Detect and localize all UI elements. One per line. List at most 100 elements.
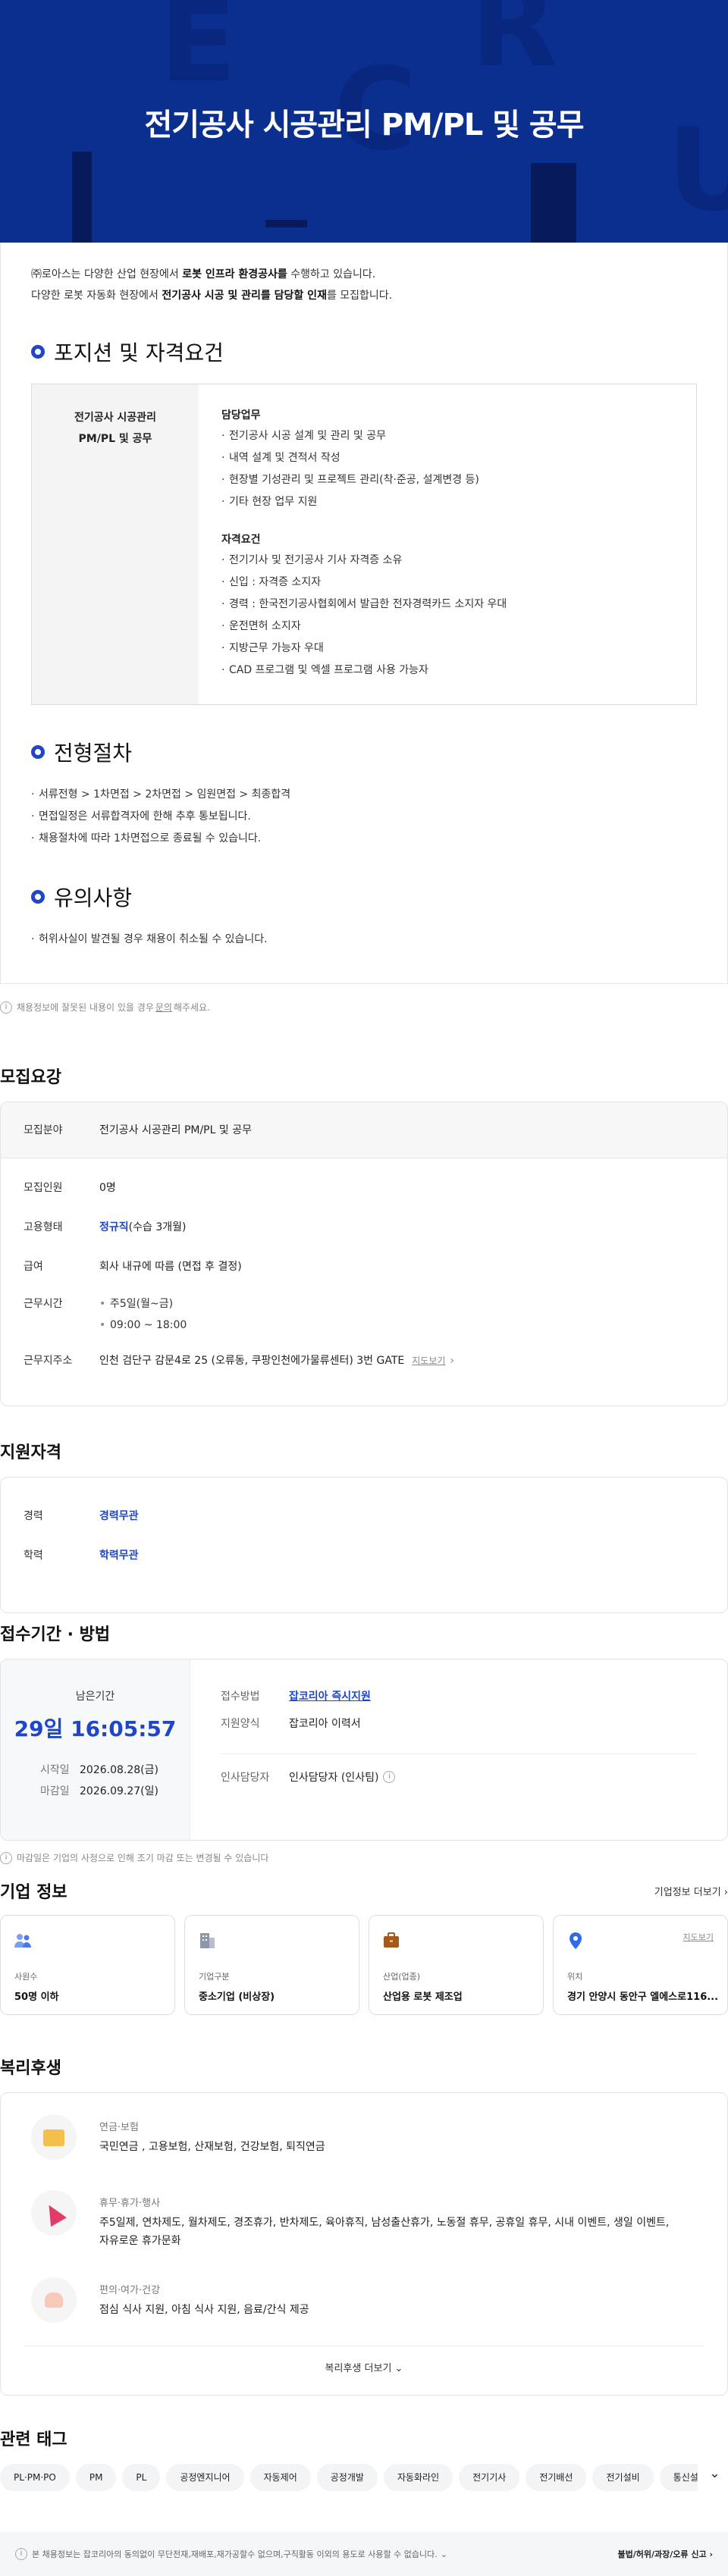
list-item: 09:00 ~ 18:00 [99, 1315, 704, 1336]
qualification-section: 지원자격 경력 경력무관 학력 학력무관 [0, 1439, 728, 1613]
company-header: 기업 정보 기업정보 더보기 › [0, 1879, 728, 1903]
map-link[interactable]: 지도보기 [412, 1355, 445, 1366]
tag[interactable]: 전기기사 [459, 2464, 520, 2491]
chevron-down-icon[interactable]: ⌄ [709, 2465, 720, 2481]
tag-list: PL·PM·PO PM PL 공정엔지니어 자동제어 공정개발 자동화라인 전기… [0, 2464, 698, 2491]
intro-text: ㈜로아스는 다양한 산업 현장에서 로봇 인프라 환경공사를 수행하고 있습니다… [31, 264, 697, 306]
list-item: 경력 : 한국전기공사협회에서 발급한 전자경력카드 소지자 우대 [221, 594, 673, 616]
apply-method-panel: 접수방법 잡코리아 즉시지원 지원양식 잡코리아 이력서 인사담당자 인사담당자… [190, 1659, 727, 1840]
intro-line-2: 다양한 로봇 자동화 현장에서 전기공사 시공 및 관리를 담당할 인재를 모집… [31, 290, 393, 302]
recruit-people-row: 모집인원 0명 [24, 1182, 116, 1194]
tags-title: 관련 태그 [0, 2430, 67, 2449]
building-icon [200, 1933, 215, 1948]
tag[interactable]: PL [122, 2464, 161, 2491]
footer-notice: i 본 채용정보는 잡코리아의 동의없이 무단전재,재배포,재가공할수 없으며,… [15, 2548, 447, 2560]
recruit-pay-row: 급여 회사 내규에 따름 (면접 후 결정) [24, 1261, 242, 1273]
quals-title: 자격요건 [221, 534, 261, 546]
report-link[interactable]: 문의 [155, 1001, 172, 1014]
company-cards: 사원수 50명 이하 기업구분 중소기업 (비상장) 산업(업종) 산업용 로봇… [0, 1915, 728, 2015]
tag[interactable]: 자동제어 [249, 2464, 311, 2491]
map-link[interactable]: 지도보기 [683, 1931, 714, 1943]
company-card-industry: 산업(업종) 산업용 로봇 제조업 [369, 1915, 544, 2015]
info-icon: i [0, 1001, 12, 1014]
process-section-title: 전형절차 [31, 737, 697, 767]
report-button[interactable]: 불법/허위/과장/오류 신고 › [618, 2548, 713, 2560]
bullet-circle-icon [31, 345, 45, 359]
recruit-section: 모집요강 모집분야 전기공사 시공관리 PM/PL 및 공무 모집인원 0명 고… [0, 1064, 728, 1406]
company-section: 기업 정보 기업정보 더보기 › 사원수 50명 이하 기업구분 중소기업 (비… [0, 1879, 728, 2015]
recruit-title: 모집요강 [0, 1068, 61, 1087]
apply-title: 접수기간 · 방법 [0, 1625, 111, 1644]
position-section-title: 포지션 및 자격요건 [31, 337, 697, 367]
hero-bar [265, 220, 307, 227]
party-icon [31, 2190, 77, 2236]
benefits-section: 복리후생 연금·보험 국민연금 , 고용보험, 산재보험, 건강보험, 퇴직연금 … [0, 2054, 728, 2396]
company-card-type: 기업구분 중소기업 (비상장) [184, 1915, 359, 2015]
company-card-employees: 사원수 50명 이하 [0, 1915, 175, 2015]
benefit-item: 연금·보험 국민연금 , 고용보험, 산재보험, 건강보험, 퇴직연금 [1, 2114, 727, 2160]
position-name: 전기공사 시공관리 PM/PL 및 공무 [32, 384, 199, 704]
position-table: 전기공사 시공관리 PM/PL 및 공무 담당업무 전기공사 시공 설계 및 관… [31, 384, 697, 705]
list-item: 주5일(월~금) [99, 1293, 704, 1315]
duties-title: 담당업무 [221, 409, 261, 421]
tag[interactable]: 공정개발 [316, 2464, 378, 2491]
process-list: 서류전형 > 1차면접 > 2차면접 > 임원면접 > 최종합격 면접일정은 서… [31, 784, 697, 850]
list-item: 지방근무 가능자 우대 [221, 638, 673, 660]
manager-row: 인사담당자 인사담당자 (인사팀) i [221, 1769, 697, 1785]
apply-now-link[interactable]: 잡코리아 즉시지원 [289, 1688, 371, 1703]
quals-list: 전기기사 및 전기공사 기사 자격증 소유 신입 : 자격증 소지자 경력 : … [221, 550, 673, 682]
benefit-item: 편의·여가·건강 점심 식사 지원, 아침 식사 지원, 음료/간식 제공 [1, 2277, 727, 2323]
job-posting-page: E R C U 전기공사 시공관리 PM/PL 및 공무 ㈜로아스는 다양한 산… [0, 0, 728, 2576]
benefits-more-button[interactable]: 복리후생 더보기 ⌄ [24, 2346, 704, 2374]
list-item: 내역 설계 및 견적서 작성 [221, 447, 673, 469]
list-item: 운전면허 소지자 [221, 616, 673, 638]
remaining-panel: 남은기간 29일 16:05:57 시작일 2026.08.28(금) 마감일 20… [1, 1659, 190, 1840]
remaining-label: 남은기간 [75, 1691, 115, 1703]
hero-bar [72, 152, 92, 243]
apply-section: 접수기간 · 방법 남은기간 29일 16:05:57 시작일 2026.08.2… [0, 1621, 728, 1864]
briefcase-icon [384, 1932, 399, 1948]
method-row: 접수방법 잡코리아 즉시지원 [221, 1688, 697, 1703]
qualification-title: 지원자격 [0, 1443, 61, 1462]
employment-type: 정규직 [99, 1221, 129, 1233]
recruit-hours-row: 근무시간 주5일(월~금) 09:00 ~ 18:00 [1, 1293, 727, 1336]
list-item: 허위사실이 발견될 경우 채용이 취소될 수 있습니다. [31, 929, 697, 951]
recruit-field-row: 모집분야 전기공사 시공관리 PM/PL 및 공무 [1, 1102, 727, 1158]
tag[interactable]: 전기배선 [526, 2464, 587, 2491]
tag[interactable]: 전기설비 [592, 2464, 654, 2491]
list-item: 서류전형 > 1차면접 > 2차면접 > 임원면접 > 최종합격 [31, 784, 697, 806]
list-item: 전기기사 및 전기공사 기사 자격증 소유 [221, 550, 673, 572]
duties-list: 전기공사 시공 설계 및 관리 및 공무 내역 설계 및 견적서 작성 현장별 … [221, 425, 673, 513]
list-item: 기타 현장 업무 지원 [221, 491, 673, 513]
chevron-right-icon: › [450, 1355, 455, 1367]
recruit-card: 모집분야 전기공사 시공관리 PM/PL 및 공무 모집인원 0명 고용형태 정… [0, 1102, 728, 1406]
tag[interactable]: 공정엔지니어 [166, 2464, 244, 2491]
period-dates: 시작일 2026.08.28(금) 마감일 2026.09.27(일) [40, 1764, 158, 1797]
intro-line-1: ㈜로아스는 다양한 산업 현장에서 로봇 인프라 환경공사를 수행하고 있습니다… [31, 268, 376, 280]
hero-letter: E [159, 0, 237, 108]
list-item: 현장별 기성관리 및 프로젝트 관리(착·준공, 설계변경 등) [221, 469, 673, 491]
benefits-card: 연금·보험 국민연금 , 고용보험, 산재보험, 건강보험, 퇴직연금 휴무·휴가… [0, 2092, 728, 2396]
tag[interactable]: 자동화라인 [383, 2464, 453, 2491]
bullet-circle-icon [31, 745, 45, 759]
company-more-link[interactable]: 기업정보 더보기 › [654, 1884, 728, 1898]
notice-list: 허위사실이 발견될 경우 채용이 취소될 수 있습니다. [31, 929, 697, 951]
tag[interactable]: 통신설비 [659, 2464, 698, 2491]
tag[interactable]: PM [75, 2464, 117, 2491]
list-item: 채용절차에 따라 1차면접으로 종료될 수 있습니다. [31, 828, 697, 850]
info-icon: i [15, 2548, 27, 2560]
info-icon[interactable]: i [383, 1771, 396, 1783]
hero-bar [531, 163, 576, 243]
chevron-down-icon[interactable]: ⌄ [441, 2549, 447, 2559]
footer-bar: i 본 채용정보는 잡코리아의 동의없이 무단전재,재배포,재가공할수 없으며,… [0, 2532, 728, 2576]
pension-icon [31, 2114, 77, 2160]
recruit-type-row: 고용형태 정규직(수습 3개월) [24, 1221, 187, 1233]
report-note: i 채용정보에 잘못된 내용이 있을 경우 문의 해주세요. [0, 984, 728, 1014]
tags-section: 관련 태그 PL·PM·PO PM PL 공정엔지니어 자동제어 공정개발 자동… [0, 2426, 728, 2491]
tag[interactable]: PL·PM·PO [0, 2464, 70, 2491]
company-title: 기업 정보 [0, 1883, 67, 1902]
remaining-time: 29일 16:05:57 [14, 1716, 177, 1741]
company-card-location: 지도보기 위치 경기 안양시 동안구 엘에스로116... [553, 1915, 728, 2015]
position-details: 담당업무 전기공사 시공 설계 및 관리 및 공무 내역 설계 및 견적서 작성… [199, 384, 696, 704]
hero-title: 전기공사 시공관리 PM/PL 및 공무 [144, 108, 584, 143]
